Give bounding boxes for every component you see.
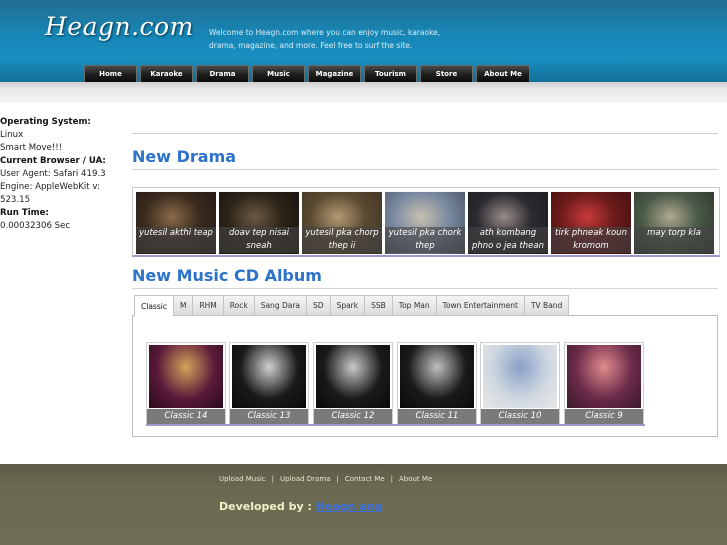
album-item[interactable]: Classic 12 [313,342,393,425]
drama-caption[interactable]: may torp kla [634,227,714,253]
nav-music[interactable]: Music [252,65,305,82]
tab-top-man[interactable]: Top Man [391,295,436,316]
runtime-value: 0.00032306 Sec [0,221,71,231]
album-caption[interactable]: Classic 11 [398,409,476,424]
drama-caption[interactable]: yutesil pka chorp thep ii [302,227,382,253]
tab-rock[interactable]: Rock [222,295,254,316]
os-note: Smart Move!!! [0,143,63,153]
album-item[interactable]: Classic 14 [146,342,226,425]
runtime-heading: Run Time: [0,208,49,218]
header-band [0,82,727,103]
footer-links: Upload Music | Upload Drama | Contact Me… [219,475,432,483]
welcome-text: Welcome to Heagn.com where you can enjoy… [209,28,441,50]
album-cover[interactable] [483,345,557,408]
nav-karaoke[interactable]: Karaoke [140,65,193,82]
album-item[interactable]: Classic 9 [564,342,644,425]
user-agent: User Agent: Safari 419.3 [0,169,106,179]
nav-home[interactable]: Home [84,65,137,82]
album-item[interactable]: Classic 10 [480,342,560,425]
tab-classic[interactable]: Classic [134,295,173,317]
music-tabs: Classic M RHM Rock Sang Dara SD Spark SS… [134,295,570,317]
tab-sang-dara[interactable]: Sang Dara [253,295,307,316]
footer-separator: | [271,475,275,483]
new-music-title: New Music CD Album [132,266,322,285]
drama-item[interactable]: ath kombang phno o jea thean [468,192,548,254]
divider [132,288,718,289]
nav-about-me[interactable]: About Me [476,65,530,82]
album-caption[interactable]: Classic 13 [230,409,308,424]
site-header: Heagn.com Welcome to Heagn.com where you… [0,0,727,82]
album-underline [146,424,645,426]
site-logo[interactable]: Heagn.com [45,12,194,41]
divider [132,169,718,170]
drama-item[interactable]: tirk phneak koun kromom [551,192,631,254]
os-value: Linux [0,130,24,140]
album-caption[interactable]: Classic 10 [481,409,559,424]
album-item[interactable]: Classic 13 [229,342,309,425]
os-heading: Operating System: [0,117,91,127]
tab-tv-band[interactable]: TV Band [523,295,570,316]
drama-item[interactable]: doav tep nisai sneah [219,192,299,254]
drama-caption[interactable]: doav tep nisai sneah [219,227,299,253]
footer-link-upload-drama[interactable]: Upload Drama [280,475,330,483]
footer-separator: | [336,475,339,483]
main-nav: Home Karaoke Drama Music Magazine Touris… [84,65,530,82]
album-cover[interactable] [400,345,474,408]
tab-ssb[interactable]: SSB [364,295,392,316]
developer-credit: Developed by : Heagn ang [219,500,382,513]
album-caption[interactable]: Classic 14 [147,409,225,424]
album-cover[interactable] [149,345,223,408]
drama-item[interactable]: yutesil pka chork thep [385,192,465,254]
nav-tourism[interactable]: Tourism [364,65,417,82]
footer-link-about-me[interactable]: About Me [399,475,432,483]
drama-strip: yutesil akthi teap doav tep nisai sneah … [132,187,720,257]
drama-item[interactable]: yutesil akthi teap [136,192,216,254]
engine: Engine: AppleWebKit v: 523.15 [0,182,100,205]
footer-separator: | [390,475,393,483]
nav-drama[interactable]: Drama [196,65,249,82]
album-cover[interactable] [567,345,641,408]
drama-caption[interactable]: yutesil pka chork thep [385,227,465,253]
developer-label: Developed by : [219,500,312,513]
system-info-sidebar: Operating System: Linux Smart Move!!! Cu… [0,116,132,233]
nav-magazine[interactable]: Magazine [308,65,361,82]
divider [132,133,718,134]
tab-rhm[interactable]: RHM [192,295,223,316]
drama-item[interactable]: yutesil pka chorp thep ii [302,192,382,254]
album-caption[interactable]: Classic 12 [314,409,392,424]
album-caption[interactable]: Classic 9 [565,409,643,424]
tab-town-entertainment[interactable]: Town Entertainment [435,295,524,316]
footer-link-contact-me[interactable]: Contact Me [345,475,385,483]
tab-m[interactable]: M [172,295,193,316]
browser-heading: Current Browser / UA: [0,156,106,166]
new-drama-title: New Drama [132,147,237,166]
drama-caption[interactable]: tirk phneak koun kromom [551,227,631,253]
album-item[interactable]: Classic 11 [397,342,477,425]
drama-item[interactable]: may torp kla [634,192,714,254]
developer-link[interactable]: Heagn ang [316,500,383,513]
album-cover[interactable] [316,345,390,408]
tab-spark[interactable]: Spark [329,295,365,316]
page-root: Heagn.com Welcome to Heagn.com where you… [0,0,727,545]
tab-sd[interactable]: SD [306,295,330,316]
drama-caption[interactable]: yutesil akthi teap [136,227,216,253]
nav-store[interactable]: Store [420,65,473,82]
footer-link-upload-music[interactable]: Upload Music [219,475,266,483]
album-cover[interactable] [232,345,306,408]
drama-caption[interactable]: ath kombang phno o jea thean [468,227,548,253]
